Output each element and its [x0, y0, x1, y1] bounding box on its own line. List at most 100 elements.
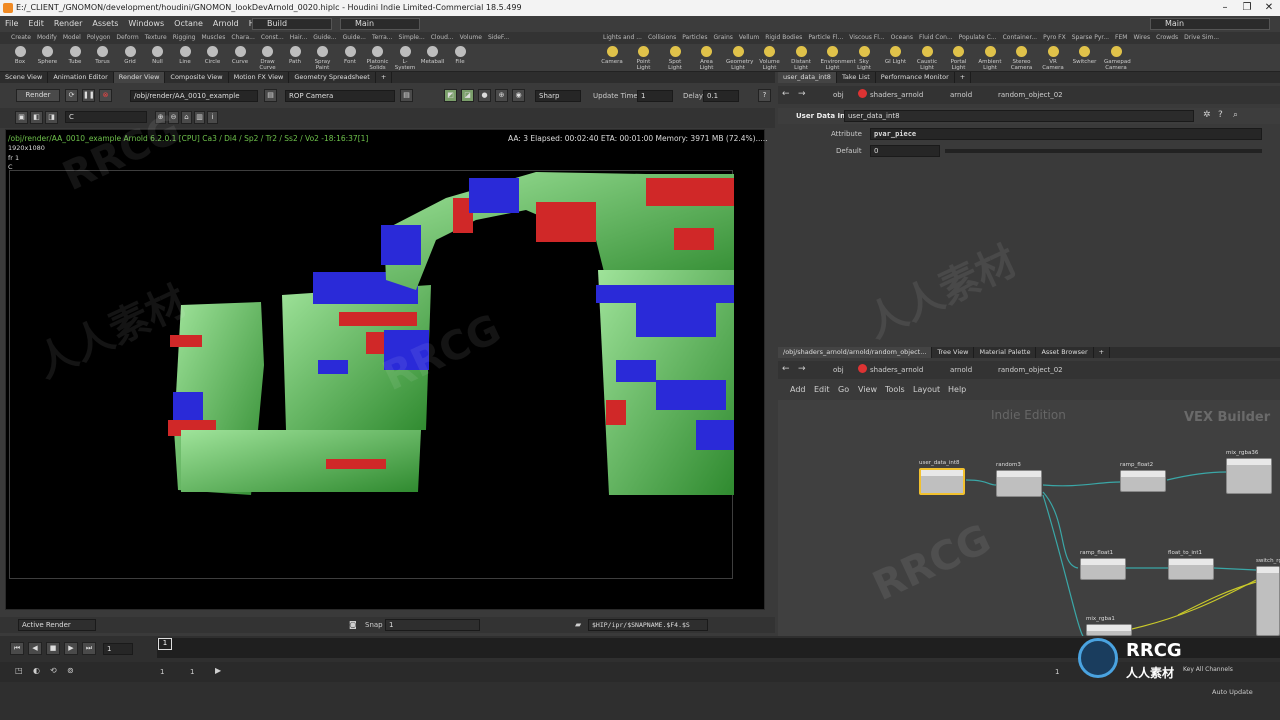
active-render-dropdown[interactable]: Active Render: [18, 619, 96, 631]
shelf-tool-button[interactable]: Portal Light: [947, 46, 971, 71]
menu-view[interactable]: View: [858, 385, 877, 394]
camera-settings-icon[interactable]: ▤: [400, 89, 413, 102]
shelf-tab[interactable]: Drive Sim...: [1181, 32, 1222, 44]
shelf-tool-button[interactable]: L-System: [393, 46, 417, 71]
shelf-tab[interactable]: Particle Fl...: [805, 32, 846, 44]
shelf-tool-button[interactable]: Circle: [201, 46, 225, 65]
menu-edit[interactable]: Edit: [23, 16, 49, 32]
shelf-tool-button[interactable]: Null: [146, 46, 170, 65]
help-icon[interactable]: ?: [1218, 110, 1223, 120]
shelf-tab[interactable]: Guide...: [310, 32, 339, 44]
shelf-tool-button[interactable]: GI Light: [884, 46, 908, 65]
menu-tools[interactable]: Tools: [885, 385, 905, 394]
network-editor[interactable]: Indie Edition VEX Builder user_data_int8…: [778, 400, 1280, 636]
snapshot-icon[interactable]: ◉: [512, 89, 525, 102]
shelf-tab[interactable]: Deform: [113, 32, 141, 44]
lut-icon[interactable]: ▥: [194, 111, 205, 124]
snap-path-field[interactable]: $HIP/ipr/$SNAPNAME.$F4.$S: [588, 619, 708, 631]
loop-icon[interactable]: ⟲: [50, 666, 57, 675]
range-end[interactable]: 1: [1055, 668, 1059, 676]
menu-go[interactable]: Go: [838, 385, 849, 394]
breadcrumb-obj[interactable]: obj: [833, 91, 844, 99]
shelf-tool-button[interactable]: Curve: [228, 46, 252, 65]
shelf-tool-button[interactable]: Spot Light: [663, 46, 687, 71]
shelf-tool-button[interactable]: Torus: [91, 46, 115, 65]
search-icon[interactable]: ⌕: [1233, 110, 1238, 120]
add-tab-icon[interactable]: +: [1094, 347, 1111, 358]
node-ramp-float2[interactable]: [1120, 470, 1166, 492]
menu-assets[interactable]: Assets: [87, 16, 123, 32]
tab-network-path[interactable]: /obj/shaders_arnold/arnold/random_object…: [778, 347, 933, 358]
update-time-field[interactable]: 1: [637, 90, 673, 102]
auto-update-dropdown[interactable]: Auto Update: [1212, 688, 1253, 696]
shelf-tool-button[interactable]: Line: [173, 46, 197, 65]
shelf-tool-button[interactable]: Spray Paint: [311, 46, 335, 71]
camera-snap-icon[interactable]: ◙: [349, 620, 357, 629]
breadcrumb-arnold[interactable]: arnold: [950, 366, 972, 374]
breadcrumb-random-object[interactable]: random_object_02: [998, 91, 1063, 99]
jump-start-icon[interactable]: ⏮: [10, 642, 24, 655]
shelf-tab[interactable]: Terra...: [369, 32, 396, 44]
tab-animation-editor[interactable]: Animation Editor: [48, 72, 114, 83]
shelf-tab[interactable]: Crowds: [1153, 32, 1181, 44]
shelf-tab[interactable]: FEM: [1112, 32, 1130, 44]
snap-field[interactable]: 1: [385, 619, 480, 631]
menu-help[interactable]: Help: [948, 385, 966, 394]
breadcrumb-arnold[interactable]: arnold: [950, 91, 972, 99]
shelf-tab[interactable]: Cloud...: [428, 32, 457, 44]
range-start[interactable]: 1: [160, 668, 164, 676]
tab-asset-browser[interactable]: Asset Browser: [1036, 347, 1094, 358]
gear-icon[interactable]: ✲: [1203, 110, 1211, 120]
folder-icon[interactable]: ▰: [575, 620, 581, 629]
forward-arrow-icon[interactable]: →: [798, 89, 806, 99]
tab-take-list[interactable]: Take List: [837, 72, 876, 83]
home-icon[interactable]: ⌂: [181, 111, 192, 124]
shelf-tool-button[interactable]: Box: [8, 46, 32, 65]
shelf-tool-button[interactable]: Font: [338, 46, 362, 65]
menu-render[interactable]: Render: [49, 16, 87, 32]
shelf-tool-button[interactable]: Draw Curve: [256, 46, 280, 71]
shelf-tool-button[interactable]: Tube: [63, 46, 87, 65]
workspace-dropdown[interactable]: Main: [340, 18, 420, 30]
render-button[interactable]: Render: [16, 89, 60, 102]
shelf-tab[interactable]: Create: [8, 32, 34, 44]
shelf-tab[interactable]: Hair...: [287, 32, 311, 44]
breadcrumb-random-object[interactable]: random_object_02: [998, 366, 1063, 374]
tab-material-palette[interactable]: Material Palette: [974, 347, 1037, 358]
shelf-tab[interactable]: Volume: [457, 32, 485, 44]
desktop-dropdown[interactable]: Build: [252, 18, 332, 30]
shelf-tab[interactable]: Sparse Pyr...: [1069, 32, 1112, 44]
shelf-tool-button[interactable]: Sphere: [36, 46, 60, 65]
current-frame-field[interactable]: 1: [103, 643, 133, 655]
menu-arnold[interactable]: Arnold: [208, 16, 244, 32]
shelf-tab[interactable]: Guide...: [340, 32, 369, 44]
shelf-tool-button[interactable]: Metaball: [421, 46, 445, 65]
shelf-tool-button[interactable]: Switcher: [1073, 46, 1097, 65]
default-slider[interactable]: [945, 149, 1262, 153]
shelf-tool-button[interactable]: Environment Light: [821, 46, 856, 71]
shelf-tool-button[interactable]: Path: [283, 46, 307, 65]
node-random3[interactable]: [996, 470, 1042, 497]
tab-render-view[interactable]: Render View: [113, 72, 166, 83]
shelf-tool-button[interactable]: Grid: [118, 46, 142, 65]
tab-user-data-int8[interactable]: user_data_int8: [778, 72, 837, 83]
tab-composite-view[interactable]: Composite View: [165, 72, 229, 83]
settings-icon[interactable]: ⊚: [67, 666, 74, 675]
shelf-tool-button[interactable]: Ambient Light: [978, 46, 1002, 71]
light-bulb-icon[interactable]: ●: [478, 89, 491, 102]
add-tab-icon[interactable]: +: [955, 72, 972, 83]
back-arrow-icon[interactable]: ←: [782, 364, 790, 374]
shelf-tab[interactable]: SideF...: [485, 32, 512, 44]
zoom-in-icon[interactable]: ⊕: [155, 111, 166, 124]
shelf-tab[interactable]: Viscous Fl...: [846, 32, 887, 44]
shelf-tab[interactable]: Particles: [679, 32, 710, 44]
shelf-tool-button[interactable]: Caustic Light: [915, 46, 939, 71]
shelf-tool-button[interactable]: Area Light: [695, 46, 719, 71]
shelf-tab[interactable]: Populate C...: [956, 32, 1000, 44]
zoom-out-icon[interactable]: ⊖: [168, 111, 179, 124]
default-field[interactable]: 0: [870, 145, 940, 157]
node-mix-rgba36[interactable]: [1226, 458, 1272, 494]
shelf-tab[interactable]: Fluid Con...: [916, 32, 956, 44]
attribute-field[interactable]: pvar_piece: [870, 128, 1262, 140]
delay-field[interactable]: 0.1: [703, 90, 739, 102]
